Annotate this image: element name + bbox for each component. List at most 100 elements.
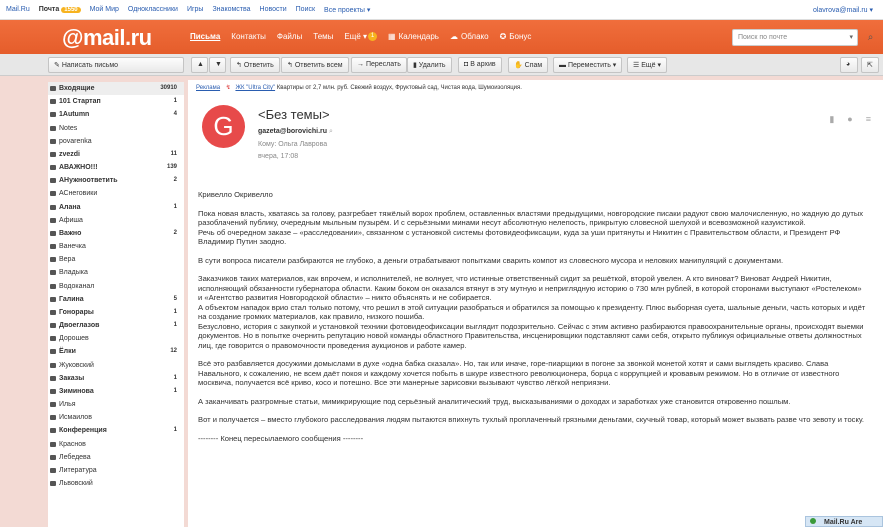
folder-icon xyxy=(50,204,56,210)
folder-item[interactable]: Илья xyxy=(48,398,184,411)
folder-name: АВАЖНО!!! xyxy=(59,164,98,172)
folder-item[interactable]: Важно 2 xyxy=(48,227,184,240)
portal-link-znakomstva[interactable]: Знакомства xyxy=(212,6,250,14)
next-message-button[interactable]: ▼ xyxy=(209,57,226,73)
body-paragraph: В сути вопроса писатели разбираются не г… xyxy=(198,255,784,265)
folder-item[interactable]: Конференция 1 xyxy=(48,424,184,437)
folder-item[interactable]: АВАЖНО!!! 139 xyxy=(48,161,184,174)
folder-icon: ▬ xyxy=(559,62,568,69)
folder-count: 1 xyxy=(173,427,177,434)
nav-themes[interactable]: Темы xyxy=(313,32,333,41)
folder-item[interactable]: АСнеговики xyxy=(48,187,184,200)
mailru-logo[interactable]: @mail.ru xyxy=(62,25,152,51)
reply-all-button[interactable]: ↰ Ответить всем xyxy=(281,57,349,73)
nav-calendar[interactable]: ▦ Календарь xyxy=(388,32,439,41)
folder-item[interactable]: zvezdi 11 xyxy=(48,148,184,161)
bookmark-icon[interactable]: ▮ xyxy=(829,114,834,125)
forward-button[interactable]: → Переслать xyxy=(351,57,407,73)
portal-link-all-projects[interactable]: Все проекты ▾ xyxy=(324,6,370,14)
portal-link-pochta[interactable]: Почта 1550 xyxy=(39,6,81,14)
folder-item[interactable]: Двоеглазов 1 xyxy=(48,319,184,332)
folder-item[interactable]: Владыка xyxy=(48,266,184,279)
folder-item[interactable]: Ванечка xyxy=(48,240,184,253)
archive-button[interactable]: ◘ В архив xyxy=(458,57,502,73)
nav-contacts[interactable]: Контакты xyxy=(231,32,266,41)
folder-item[interactable]: Входящие 30910 xyxy=(48,82,184,96)
nav-cloud[interactable]: ☁ Облако xyxy=(450,32,489,41)
folder-item[interactable]: Заказы 1 xyxy=(48,372,184,385)
menu-icon: ☰ xyxy=(633,62,642,69)
folder-name: Исмаилов xyxy=(59,414,92,422)
delete-button[interactable]: ▮ Удалить xyxy=(407,57,452,73)
portal-link-novosti[interactable]: Новости xyxy=(260,6,287,14)
folder-item[interactable]: Дорошев xyxy=(48,332,184,345)
ad-icon: ↯ xyxy=(225,85,231,91)
folder-item[interactable]: Галина 5 xyxy=(48,293,184,306)
folder-item[interactable]: Лебедева xyxy=(48,451,184,464)
chevron-down-icon[interactable]: ▾ xyxy=(849,33,853,41)
folder-icon xyxy=(50,270,56,276)
folder-item[interactable]: Львовский xyxy=(48,477,184,490)
search-icon[interactable]: ⌕ xyxy=(862,29,879,46)
folder-item[interactable]: Исмаилов xyxy=(48,411,184,424)
folder-item[interactable]: Гонорары 1 xyxy=(48,306,184,319)
folder-name: Афиша xyxy=(59,216,83,224)
theme-button[interactable]: ◕ xyxy=(840,57,858,73)
nav-more-badge: 1 xyxy=(368,32,378,41)
spam-button[interactable]: ✋ Спам xyxy=(508,57,549,73)
folder-name: Лебедева xyxy=(59,453,91,461)
reply-button[interactable]: ↰ Ответить xyxy=(230,57,280,73)
folder-count: 1 xyxy=(173,322,177,329)
folder-item[interactable]: Алана 1 xyxy=(48,201,184,214)
folder-icon xyxy=(50,402,56,408)
nav-bonus[interactable]: ✪ Бонус xyxy=(500,32,532,41)
folder-icon xyxy=(50,217,56,223)
folder-item[interactable]: Жуковский xyxy=(48,359,184,372)
folder-icon xyxy=(50,323,56,329)
folder-name: Ёлки xyxy=(59,348,76,356)
folder-icon xyxy=(50,428,56,434)
portal-link-poisk[interactable]: Поиск xyxy=(296,6,315,14)
move-button[interactable]: ▬ Переместить ▾ xyxy=(553,57,623,73)
folder-item[interactable]: Литература xyxy=(48,464,184,477)
nav-files[interactable]: Файлы xyxy=(277,32,302,41)
search-input[interactable]: Поиск по почте ▾ xyxy=(732,29,858,46)
user-account-menu[interactable]: olavrova@mail.ru ▾ xyxy=(813,6,873,14)
portal-link-igry[interactable]: Игры xyxy=(187,6,204,14)
body-paragraph: -------- Конец пересылаемого сообщения -… xyxy=(198,433,364,443)
search-icon[interactable]: ⌕ xyxy=(329,128,333,135)
more-menu-icon[interactable]: ≡ xyxy=(866,114,871,125)
folder-item[interactable]: Вера xyxy=(48,253,184,266)
folder-item[interactable]: 101 Стартап 1 xyxy=(48,95,184,108)
unread-dot-icon[interactable]: ● xyxy=(847,114,852,125)
folder-item[interactable]: Афиша xyxy=(48,214,184,227)
folder-item[interactable]: АНужноответить 2 xyxy=(48,174,184,187)
folder-item[interactable]: Краснов xyxy=(48,438,184,451)
folder-item[interactable]: 1Autumn 4 xyxy=(48,108,184,121)
folder-item[interactable]: Водоканал xyxy=(48,280,184,293)
compose-button[interactable]: ✎ Написать письмо xyxy=(48,57,184,73)
more-actions-button[interactable]: ☰ Ещё ▾ xyxy=(627,57,668,73)
prev-message-button[interactable]: ▲ xyxy=(191,57,208,73)
portal-link-mailru[interactable]: Mail.Ru xyxy=(6,6,30,14)
fullscreen-button[interactable]: ⇱ xyxy=(861,57,879,73)
folder-item[interactable]: Notes xyxy=(48,122,184,135)
folder-count: 1 xyxy=(173,203,177,210)
nav-more[interactable]: Ещё ▾ 1 xyxy=(344,32,378,41)
folder-name: Входящие xyxy=(59,85,95,92)
mailru-agent-widget[interactable]: Mail.Ru Are xyxy=(805,516,883,527)
nav-letters[interactable]: Письма xyxy=(190,32,220,41)
ad-link[interactable]: ЖК "Ultra City" xyxy=(235,85,275,91)
sender-address[interactable]: gazeta@borovichi.ru ⌕ xyxy=(258,128,333,136)
folder-name: Литература xyxy=(59,466,97,474)
folder-item[interactable]: Ёлки 12 xyxy=(48,345,184,358)
folder-item[interactable]: povarenka xyxy=(48,135,184,148)
portal-link-odnoklassniki[interactable]: Одноклассники xyxy=(128,6,178,14)
ad-text: Квартиры от 2,7 млн. руб. Свежий воздух,… xyxy=(276,85,522,91)
folder-name: АНужноответить xyxy=(59,177,118,185)
portal-link-moy-mir[interactable]: Мой Мир xyxy=(90,6,119,14)
status-dot-icon xyxy=(810,518,816,524)
folder-item[interactable]: Зиминова 1 xyxy=(48,385,184,398)
